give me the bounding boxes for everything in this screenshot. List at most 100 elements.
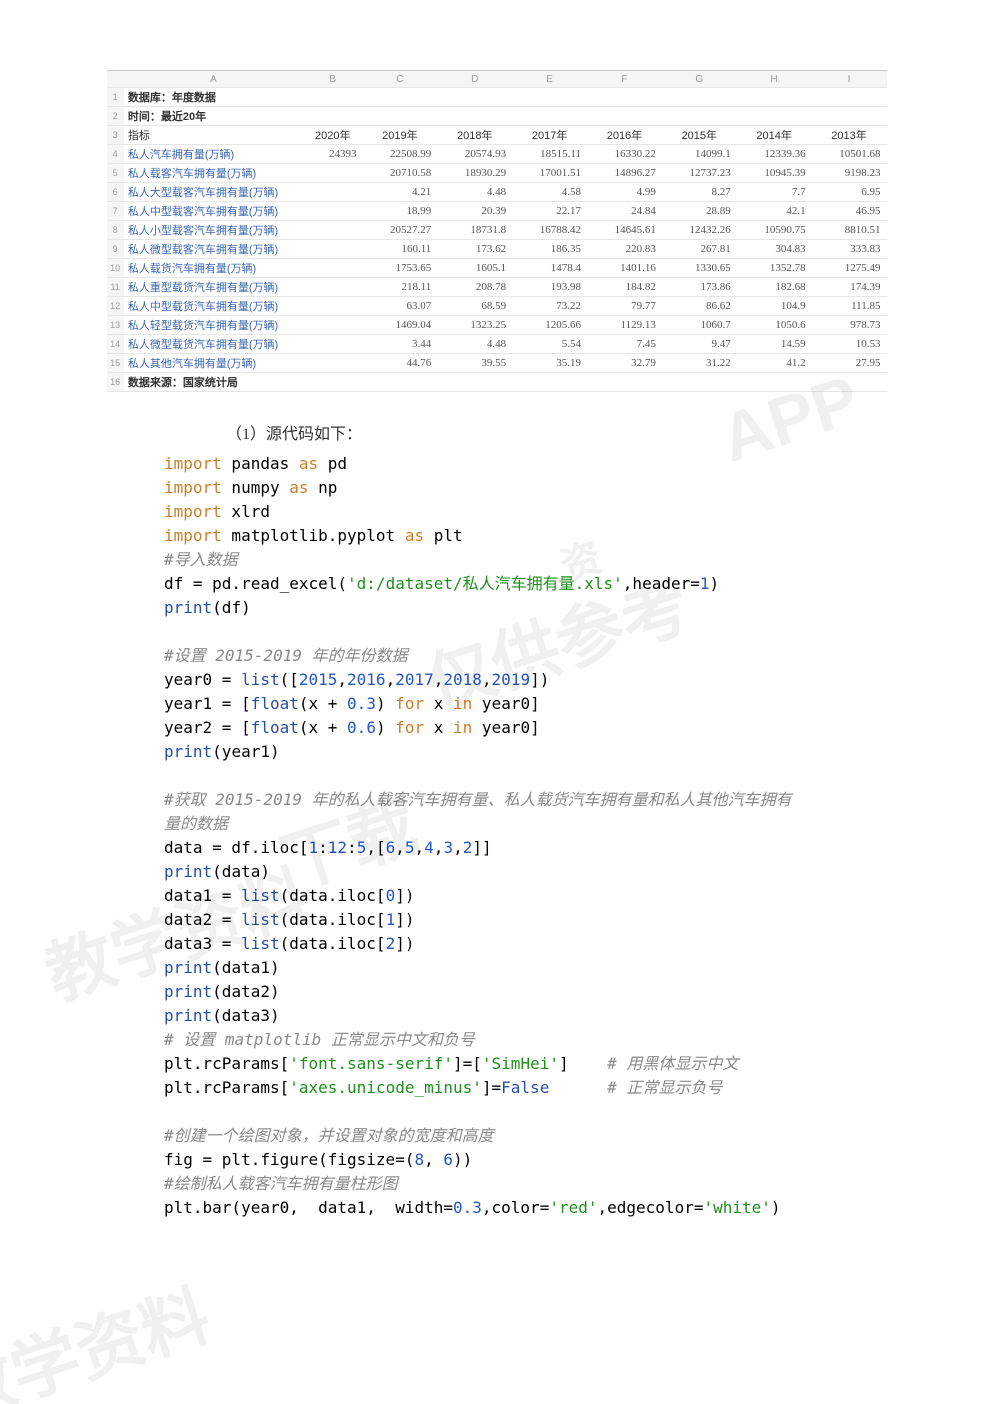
cell [587, 88, 662, 107]
column-header: B [303, 71, 362, 88]
cell [662, 88, 737, 107]
row-number: 14 [107, 335, 124, 354]
cell: 22.17 [512, 202, 587, 221]
column-header: H [737, 71, 812, 88]
cell: 17001.51 [512, 164, 587, 183]
cell: 8.27 [662, 183, 737, 202]
column-header: D [437, 71, 512, 88]
row-label: 私人中型载客汽车拥有量(万辆) [124, 202, 303, 221]
cell: 6.95 [812, 183, 887, 202]
cell [737, 88, 812, 107]
cell: 16330.22 [587, 145, 662, 164]
cell: 2014年 [737, 126, 812, 145]
cell: 220.83 [587, 240, 662, 259]
cell [303, 240, 362, 259]
cell [512, 373, 587, 392]
cell: 304.83 [737, 240, 812, 259]
cell: 18.99 [362, 202, 437, 221]
cell: 2015年 [662, 126, 737, 145]
row-label: 私人汽车拥有量(万辆) [124, 145, 303, 164]
cell [303, 354, 362, 373]
row-number: 13 [107, 316, 124, 335]
cell: 173.86 [662, 278, 737, 297]
row-number: 15 [107, 354, 124, 373]
row-number: 7 [107, 202, 124, 221]
row-label: 私人中型载货汽车拥有量(万辆) [124, 297, 303, 316]
column-header: A [124, 71, 303, 88]
cell [303, 164, 362, 183]
column-header [107, 71, 124, 88]
cell: 111.85 [812, 297, 887, 316]
cell: 27.95 [812, 354, 887, 373]
table-row: 16数据来源：国家统计局 [107, 373, 887, 392]
section-caption: （1）源代码如下： [226, 420, 993, 444]
cell: 218.11 [362, 278, 437, 297]
cell: 333.83 [812, 240, 887, 259]
cell: 12432.26 [662, 221, 737, 240]
cell: 10.53 [812, 335, 887, 354]
cell: 7.45 [587, 335, 662, 354]
cell: 8810.51 [812, 221, 887, 240]
cell: 208.78 [437, 278, 512, 297]
cell: 1469.04 [362, 316, 437, 335]
cell: 42.1 [737, 202, 812, 221]
cell: 4.48 [437, 183, 512, 202]
table-row: 7私人中型载客汽车拥有量(万辆)18.9920.3922.1724.8428.8… [107, 202, 887, 221]
cell [812, 88, 887, 107]
cell: 1275.49 [812, 259, 887, 278]
cell: 10501.68 [812, 145, 887, 164]
cell: 2018年 [437, 126, 512, 145]
cell [303, 316, 362, 335]
cell: 20574.93 [437, 145, 512, 164]
table-row: 4私人汽车拥有量(万辆)2439322508.9920574.9318515.1… [107, 145, 887, 164]
cell [437, 107, 512, 126]
row-label: 时间：最近20年 [124, 107, 303, 126]
cell: 1323.25 [437, 316, 512, 335]
table-row: 13私人轻型载货汽车拥有量(万辆)1469.041323.251205.6611… [107, 316, 887, 335]
cell: 41.2 [737, 354, 812, 373]
cell [662, 107, 737, 126]
cell: 3.44 [362, 335, 437, 354]
cell: 7.7 [737, 183, 812, 202]
cell [303, 183, 362, 202]
cell: 22508.99 [362, 145, 437, 164]
cell [737, 107, 812, 126]
watermark-text: 教学资料 [0, 1260, 221, 1404]
cell: 24393 [303, 145, 362, 164]
cell: 1330.65 [662, 259, 737, 278]
cell: 9.47 [662, 335, 737, 354]
table-row: 9私人微型载客汽车拥有量(万辆)160.11173.62186.35220.83… [107, 240, 887, 259]
table-row: 15私人其他汽车拥有量(万辆)44.7639.5535.1932.7931.22… [107, 354, 887, 373]
cell: 174.39 [812, 278, 887, 297]
row-number: 12 [107, 297, 124, 316]
cell [362, 373, 437, 392]
cell [812, 373, 887, 392]
cell: 4.99 [587, 183, 662, 202]
cell: 9198.23 [812, 164, 887, 183]
cell: 160.11 [362, 240, 437, 259]
cell: 68.59 [437, 297, 512, 316]
cell [303, 278, 362, 297]
document-page: 教学资料 下载 仅供参考 资 APP 教学资料 ABCDEFGHI 1数据库：年… [0, 0, 993, 1404]
cell: 10590.75 [737, 221, 812, 240]
row-label: 私人载客汽车拥有量(万辆) [124, 164, 303, 183]
cell: 14099.1 [662, 145, 737, 164]
cell [812, 107, 887, 126]
cell [303, 335, 362, 354]
cell: 1401.16 [587, 259, 662, 278]
row-label: 私人重型载货汽车拥有量(万辆) [124, 278, 303, 297]
table-row: 8私人小型载客汽车拥有量(万辆)20527.2718731.816788.421… [107, 221, 887, 240]
table-row: 2时间：最近20年 [107, 107, 887, 126]
cell [303, 297, 362, 316]
row-number: 8 [107, 221, 124, 240]
cell [303, 259, 362, 278]
cell: 173.62 [437, 240, 512, 259]
cell [662, 373, 737, 392]
cell: 1050.6 [737, 316, 812, 335]
row-label: 私人载货汽车拥有量(万辆) [124, 259, 303, 278]
cell: 44.76 [362, 354, 437, 373]
source-code-block: import pandas as pd import numpy as np i… [164, 452, 993, 1220]
table-row: 1数据库：年度数据 [107, 88, 887, 107]
spreadsheet-screenshot: ABCDEFGHI 1数据库：年度数据2时间：最近20年3指标2020年2019… [107, 70, 887, 392]
cell: 14.59 [737, 335, 812, 354]
